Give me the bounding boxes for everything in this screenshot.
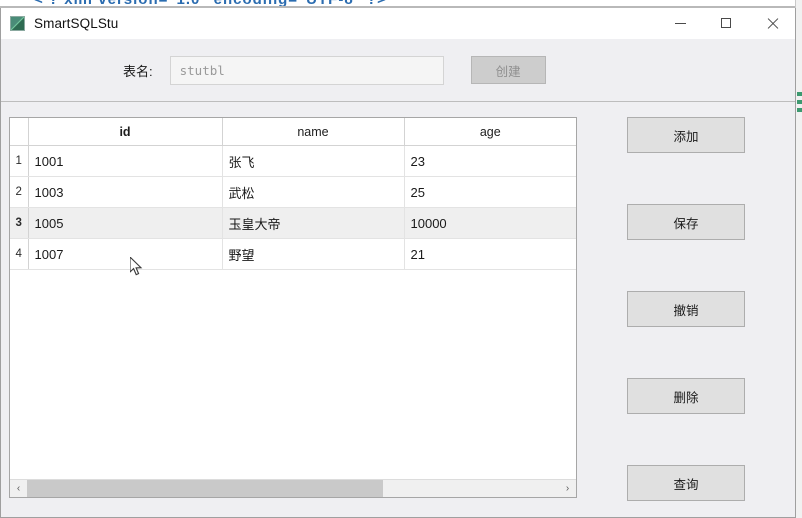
grid-empty-area[interactable] <box>10 270 576 479</box>
toolbar: 表名: 创建 <box>1 39 795 101</box>
row-number[interactable]: 1 <box>10 145 29 177</box>
cell-name[interactable]: 武松 <box>222 176 405 208</box>
background-marker-icon <box>797 108 802 112</box>
minimize-button[interactable] <box>657 8 703 38</box>
undo-button[interactable]: 撤销 <box>627 291 745 327</box>
grid-header-rownum <box>10 118 29 146</box>
cell-age[interactable]: 25 <box>404 176 576 208</box>
cell-id[interactable]: 1003 <box>28 176 223 208</box>
scrollbar-thumb[interactable] <box>27 480 384 497</box>
table-name-input[interactable] <box>169 55 444 85</box>
background-marker-icon <box>797 100 802 104</box>
grid-header-row: id name age <box>10 118 576 146</box>
grid-header-age[interactable]: age <box>404 118 576 146</box>
maximize-button[interactable] <box>703 8 749 38</box>
table-row[interactable]: 3 1005 玉皇大帝 10000 <box>10 207 576 239</box>
window-title: SmartSQLStu <box>34 15 119 31</box>
data-grid: id name age 1 1001 张飞 23 2 1003 武松 25 3 … <box>10 118 576 270</box>
table-row[interactable]: 2 1003 武松 25 <box>10 176 576 208</box>
query-button[interactable]: 查询 <box>627 465 745 501</box>
window-controls <box>657 8 795 38</box>
cell-name[interactable]: 野望 <box>222 238 405 270</box>
grid-header-id[interactable]: id <box>28 118 223 146</box>
scrollbar-track[interactable] <box>27 480 559 497</box>
cell-name[interactable]: 张飞 <box>222 145 405 177</box>
action-button-panel: 添加 保存 撤销 删除 查询 <box>627 117 745 517</box>
cell-id[interactable]: 1001 <box>28 145 223 177</box>
minimize-icon <box>674 22 686 24</box>
background-editor-strip: < ? xml version="1.0" encoding="UTF-8" ?… <box>0 0 802 8</box>
cell-age[interactable]: 21 <box>404 238 576 270</box>
row-number[interactable]: 2 <box>10 176 29 208</box>
app-icon <box>10 15 25 31</box>
title-bar[interactable]: SmartSQLStu <box>1 8 795 39</box>
row-number[interactable]: 4 <box>10 238 29 270</box>
grid-header-name[interactable]: name <box>222 118 405 146</box>
table-row[interactable]: 1 1001 张飞 23 <box>10 145 576 177</box>
cell-id[interactable]: 1005 <box>28 207 223 239</box>
cell-name[interactable]: 玉皇大帝 <box>222 207 405 239</box>
table-row[interactable]: 4 1007 野望 21 <box>10 238 576 270</box>
scroll-right-arrow-icon[interactable]: › <box>559 480 576 497</box>
cell-age[interactable]: 10000 <box>404 207 576 239</box>
create-table-button[interactable]: 创建 <box>470 56 546 84</box>
maximize-icon <box>721 18 731 28</box>
grid-horizontal-scrollbar[interactable]: ‹ › <box>10 479 576 497</box>
cell-id[interactable]: 1007 <box>28 238 223 270</box>
scroll-left-arrow-icon[interactable]: ‹ <box>10 480 27 497</box>
close-icon <box>767 18 778 29</box>
data-grid-panel: id name age 1 1001 张飞 23 2 1003 武松 25 3 … <box>9 117 577 498</box>
add-button[interactable]: 添加 <box>627 117 745 153</box>
background-marker-icon <box>797 92 802 96</box>
cell-age[interactable]: 23 <box>404 145 576 177</box>
app-window: SmartSQLStu 表名: 创建 <box>0 8 796 518</box>
table-name-label: 表名: <box>123 63 153 79</box>
delete-button[interactable]: 删除 <box>627 378 745 414</box>
grid-body: 1 1001 张飞 23 2 1003 武松 25 3 1005 玉皇大帝 10… <box>10 145 576 270</box>
main-content: id name age 1 1001 张飞 23 2 1003 武松 25 3 … <box>1 102 795 517</box>
background-right-gutter <box>795 0 802 518</box>
row-number[interactable]: 3 <box>10 207 29 239</box>
save-button[interactable]: 保存 <box>627 204 745 240</box>
close-button[interactable] <box>749 8 795 38</box>
